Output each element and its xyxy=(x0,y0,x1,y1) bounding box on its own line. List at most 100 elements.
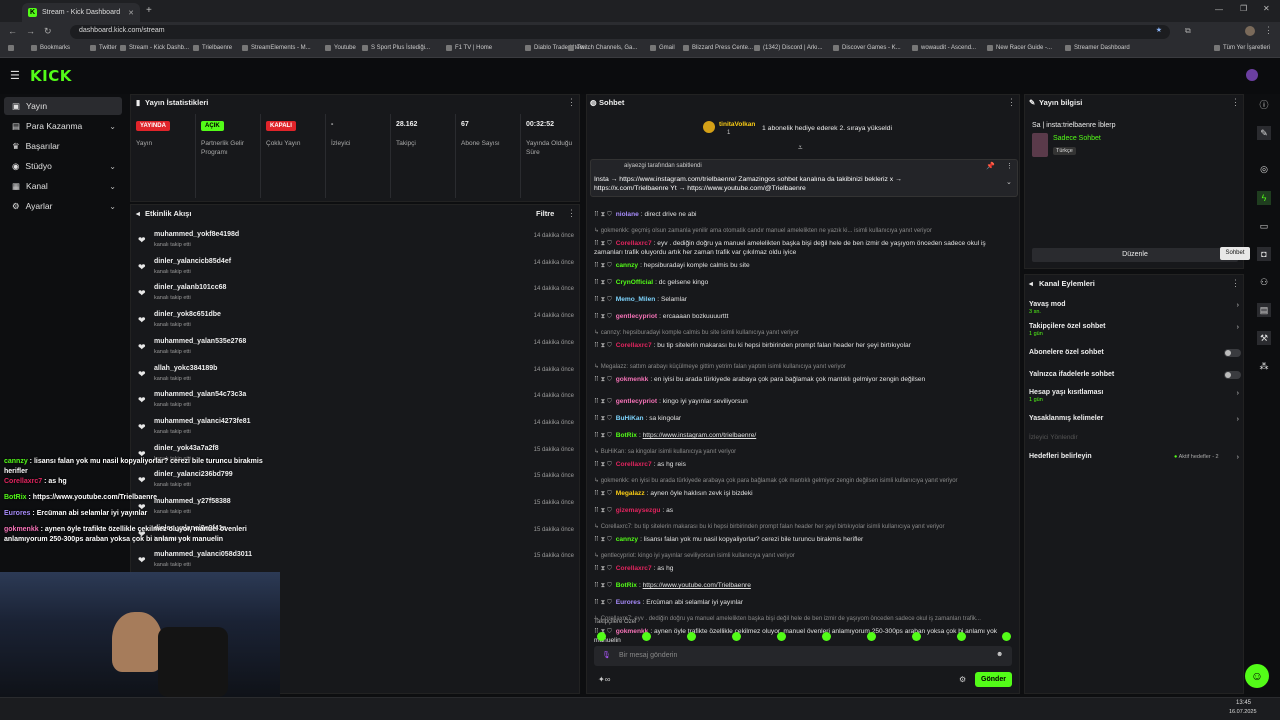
account-age-row[interactable]: Hesap yaşı kısıtlaması 1 gün › xyxy=(1029,389,1241,403)
wrench-icon[interactable]: ⚒ xyxy=(1257,331,1271,345)
chat-username[interactable]: CrynOfficial xyxy=(616,279,653,286)
bookmark-item[interactable]: Youtube xyxy=(325,45,356,51)
users-icon[interactable]: ⚇ xyxy=(1257,275,1271,289)
nav-item-para-kazanma[interactable]: ▤ Para Kazanma ⌄ xyxy=(4,117,122,135)
apps-icon[interactable] xyxy=(8,45,14,51)
activity-username[interactable]: muhammed_yalanci058d3011 xyxy=(154,551,252,558)
minimize-icon[interactable]: — xyxy=(1215,5,1223,14)
emote-icon[interactable] xyxy=(1002,632,1011,641)
extensions-icon[interactable]: ⧉ xyxy=(1185,26,1191,36)
bookmark-item[interactable]: S Sport Plus İstediği... xyxy=(362,45,430,51)
new-tab-icon[interactable]: + xyxy=(146,5,152,16)
chat-input[interactable]: 🎙 Bir mesaj gönderin ☻ xyxy=(594,646,1012,666)
activity-username[interactable]: dinler_yok43a7a2f8 xyxy=(154,445,219,452)
user-avatar[interactable] xyxy=(1246,69,1258,81)
info-icon[interactable]: ⓘ xyxy=(1257,98,1271,112)
chat-username[interactable]: Megalazz xyxy=(616,490,645,497)
bookmark-item[interactable]: Discover Games - K... xyxy=(833,45,901,51)
close-tab-icon[interactable]: ✕ xyxy=(128,9,134,17)
chat-rail-icon[interactable]: ◘ xyxy=(1257,247,1271,261)
emote-icon[interactable] xyxy=(597,632,606,641)
subscribers-only-toggle[interactable] xyxy=(1224,349,1241,357)
network-icon[interactable]: ⁂ xyxy=(1257,359,1271,373)
edit-button[interactable]: Düzenle xyxy=(1032,248,1238,262)
scroll-down-icon[interactable]: ⩡ xyxy=(798,143,803,153)
bookmark-item[interactable]: Twitter xyxy=(90,45,117,51)
activity-username[interactable]: dinler_yalanb101cc68 xyxy=(154,284,226,291)
activity-username[interactable]: allah_yokc384189b xyxy=(154,365,217,372)
slow-mode-row[interactable]: Yavaş mod 3 sn. › xyxy=(1029,301,1241,315)
support-icon[interactable]: ☺ xyxy=(1245,664,1269,688)
maximize-icon[interactable]: ❐ xyxy=(1240,4,1247,13)
send-button[interactable]: Gönder xyxy=(975,672,1012,687)
browser-tab[interactable]: K Stream - Kick Dashboard ✕ xyxy=(22,3,140,22)
chat-username[interactable]: cannzy xyxy=(616,536,638,543)
back-icon[interactable]: ← xyxy=(8,26,17,36)
activity-username[interactable]: muhammed_yokf8e4198d xyxy=(154,231,239,238)
chat-username[interactable]: niolane xyxy=(616,211,639,218)
chat-text[interactable]: https://www.youtube.com/Trielbaenre xyxy=(643,582,751,589)
bookmark-item[interactable]: wowaudit - Ascend... xyxy=(912,45,976,51)
chat-username[interactable]: cannzy xyxy=(616,262,638,269)
activity-username[interactable]: muhammed_yalan54c73c3a xyxy=(154,391,246,398)
bookmark-item[interactable]: Streamer Dashboard xyxy=(1065,45,1130,51)
chat-username[interactable]: Corellaxrc7 xyxy=(616,565,652,572)
emote-icon[interactable] xyxy=(912,632,921,641)
emote-icon[interactable] xyxy=(732,632,741,641)
emoji-icon[interactable]: ☻ xyxy=(996,651,1003,658)
chat-menu-icon[interactable]: ⋮ xyxy=(1007,97,1016,108)
emote-icon[interactable] xyxy=(822,632,831,641)
nav-item-studyo[interactable]: ◉ Stüdyo ⌄ xyxy=(4,157,122,175)
chat-username[interactable]: BuHiKan xyxy=(616,415,644,422)
bookmark-item[interactable]: Twitch Channels, Ga... xyxy=(568,45,637,51)
lightning-icon[interactable]: ϟ xyxy=(1257,191,1271,205)
activity-username[interactable]: dinler_yok8c651dbe xyxy=(154,311,221,318)
bookmark-item[interactable]: F1 TV | Home xyxy=(446,45,492,51)
chevron-down-icon[interactable]: ⌄ xyxy=(1006,178,1012,186)
bookmark-item[interactable]: StreamElements - M... xyxy=(242,45,311,51)
chat-username[interactable]: Eurores xyxy=(616,599,641,606)
points-icon[interactable]: ✦∞ xyxy=(598,675,610,684)
emote-icon[interactable] xyxy=(642,632,651,641)
stream-info-menu-icon[interactable]: ⋮ xyxy=(1231,97,1240,108)
stats-menu-icon[interactable]: ⋮ xyxy=(567,97,576,108)
emote-icon[interactable] xyxy=(867,632,876,641)
emote-icon[interactable] xyxy=(687,632,696,641)
banned-words-row[interactable]: Yasaklanmış kelimeler › xyxy=(1029,415,1241,423)
url-input[interactable]: dashboard.kick.com/stream ★ xyxy=(70,25,1170,39)
emote-icon[interactable] xyxy=(777,632,786,641)
chat-username[interactable]: gentlecypriot xyxy=(616,398,657,405)
chat-username[interactable]: gokmenkk xyxy=(616,376,649,383)
bookmark-item[interactable]: Stream - Kick Dashb... xyxy=(120,45,189,51)
nav-item-ayarlar[interactable]: ⚙ Ayarlar ⌄ xyxy=(4,197,122,215)
chat-username[interactable]: Corellaxrc7 xyxy=(616,461,652,468)
activity-username[interactable]: muhammed_yalan535e2768 xyxy=(154,338,246,345)
camera-icon[interactable]: ◎ xyxy=(1257,162,1271,176)
activity-username[interactable]: muhammed_yalanci4273fe81 xyxy=(154,418,251,425)
bookmark-item[interactable]: (1342) Discord | Arkı... xyxy=(754,45,823,51)
reload-icon[interactable]: ↻ xyxy=(44,26,52,37)
chat-username[interactable]: Memo_Milen xyxy=(616,296,656,303)
bookmark-item[interactable]: Gmail xyxy=(650,45,675,51)
chat-username[interactable]: Corellaxrc7 xyxy=(616,342,652,349)
nav-item-basarilar[interactable]: ♛ Başarılar xyxy=(4,137,122,155)
chat-username[interactable]: BotRix xyxy=(616,582,637,589)
emote-icon[interactable] xyxy=(957,632,966,641)
bookmark-item[interactable]: Blizzard Press Cente... xyxy=(683,45,753,51)
nav-item-yayin[interactable]: ▣ Yayın xyxy=(4,97,122,115)
pinned-menu-icon[interactable]: ⋮ xyxy=(1006,162,1013,170)
bookmark-item[interactable]: New Racer Guide -... xyxy=(987,45,1052,51)
emotes-only-toggle[interactable] xyxy=(1224,371,1241,379)
edit-rail-icon[interactable]: ✎ xyxy=(1257,126,1271,140)
chat-username[interactable]: BotRix xyxy=(616,432,637,439)
nav-item-kanal[interactable]: ▦ Kanal ⌄ xyxy=(4,177,122,195)
chat-username[interactable]: gentlecypriot xyxy=(616,313,657,320)
category-name[interactable]: Sadece Sohbet xyxy=(1053,135,1101,142)
browser-menu-icon[interactable]: ⋮ xyxy=(1264,25,1273,36)
bookmark-item[interactable]: Bookmarks xyxy=(31,45,70,51)
profile-avatar[interactable] xyxy=(1245,26,1255,36)
hamburger-menu-icon[interactable]: ☰ xyxy=(10,69,20,82)
all-bookmarks[interactable]: Tüm Yer İşaretleri xyxy=(1214,45,1270,51)
forward-icon[interactable]: → xyxy=(26,26,35,36)
mic-icon[interactable]: 🎙 xyxy=(602,651,611,659)
